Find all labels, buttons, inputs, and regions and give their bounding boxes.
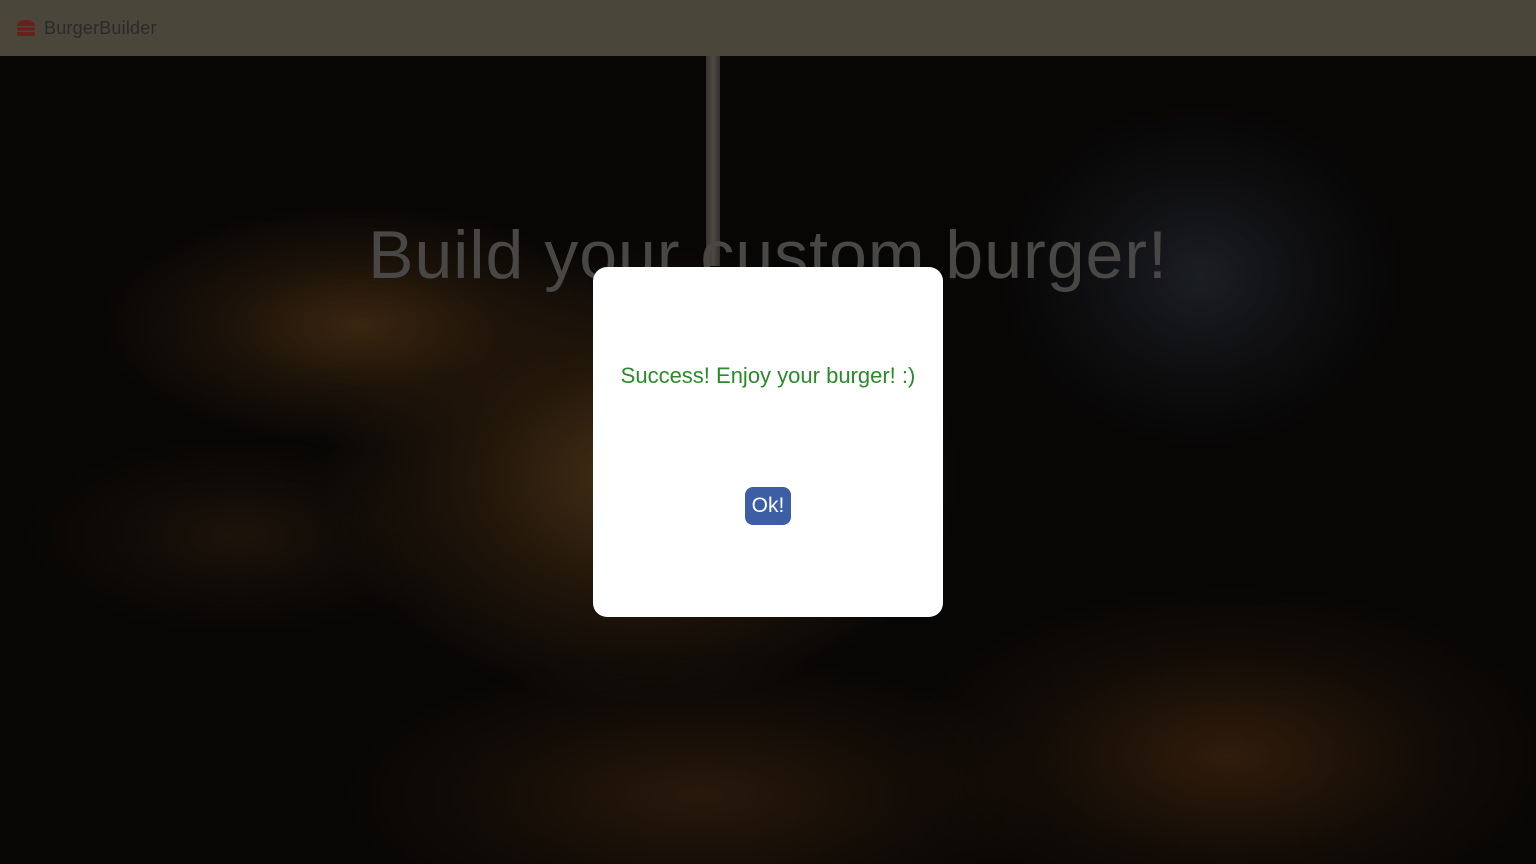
burger-icon (16, 19, 36, 37)
brand-label: BurgerBuilder (44, 17, 157, 38)
brand-link[interactable]: BurgerBuilder (16, 18, 157, 39)
navbar: BurgerBuilder (0, 0, 1536, 56)
ok-button[interactable]: Ok! (745, 487, 791, 525)
success-modal: Success! Enjoy your burger! :) Ok! (593, 267, 943, 617)
success-message: Success! Enjoy your burger! :) (620, 363, 916, 388)
